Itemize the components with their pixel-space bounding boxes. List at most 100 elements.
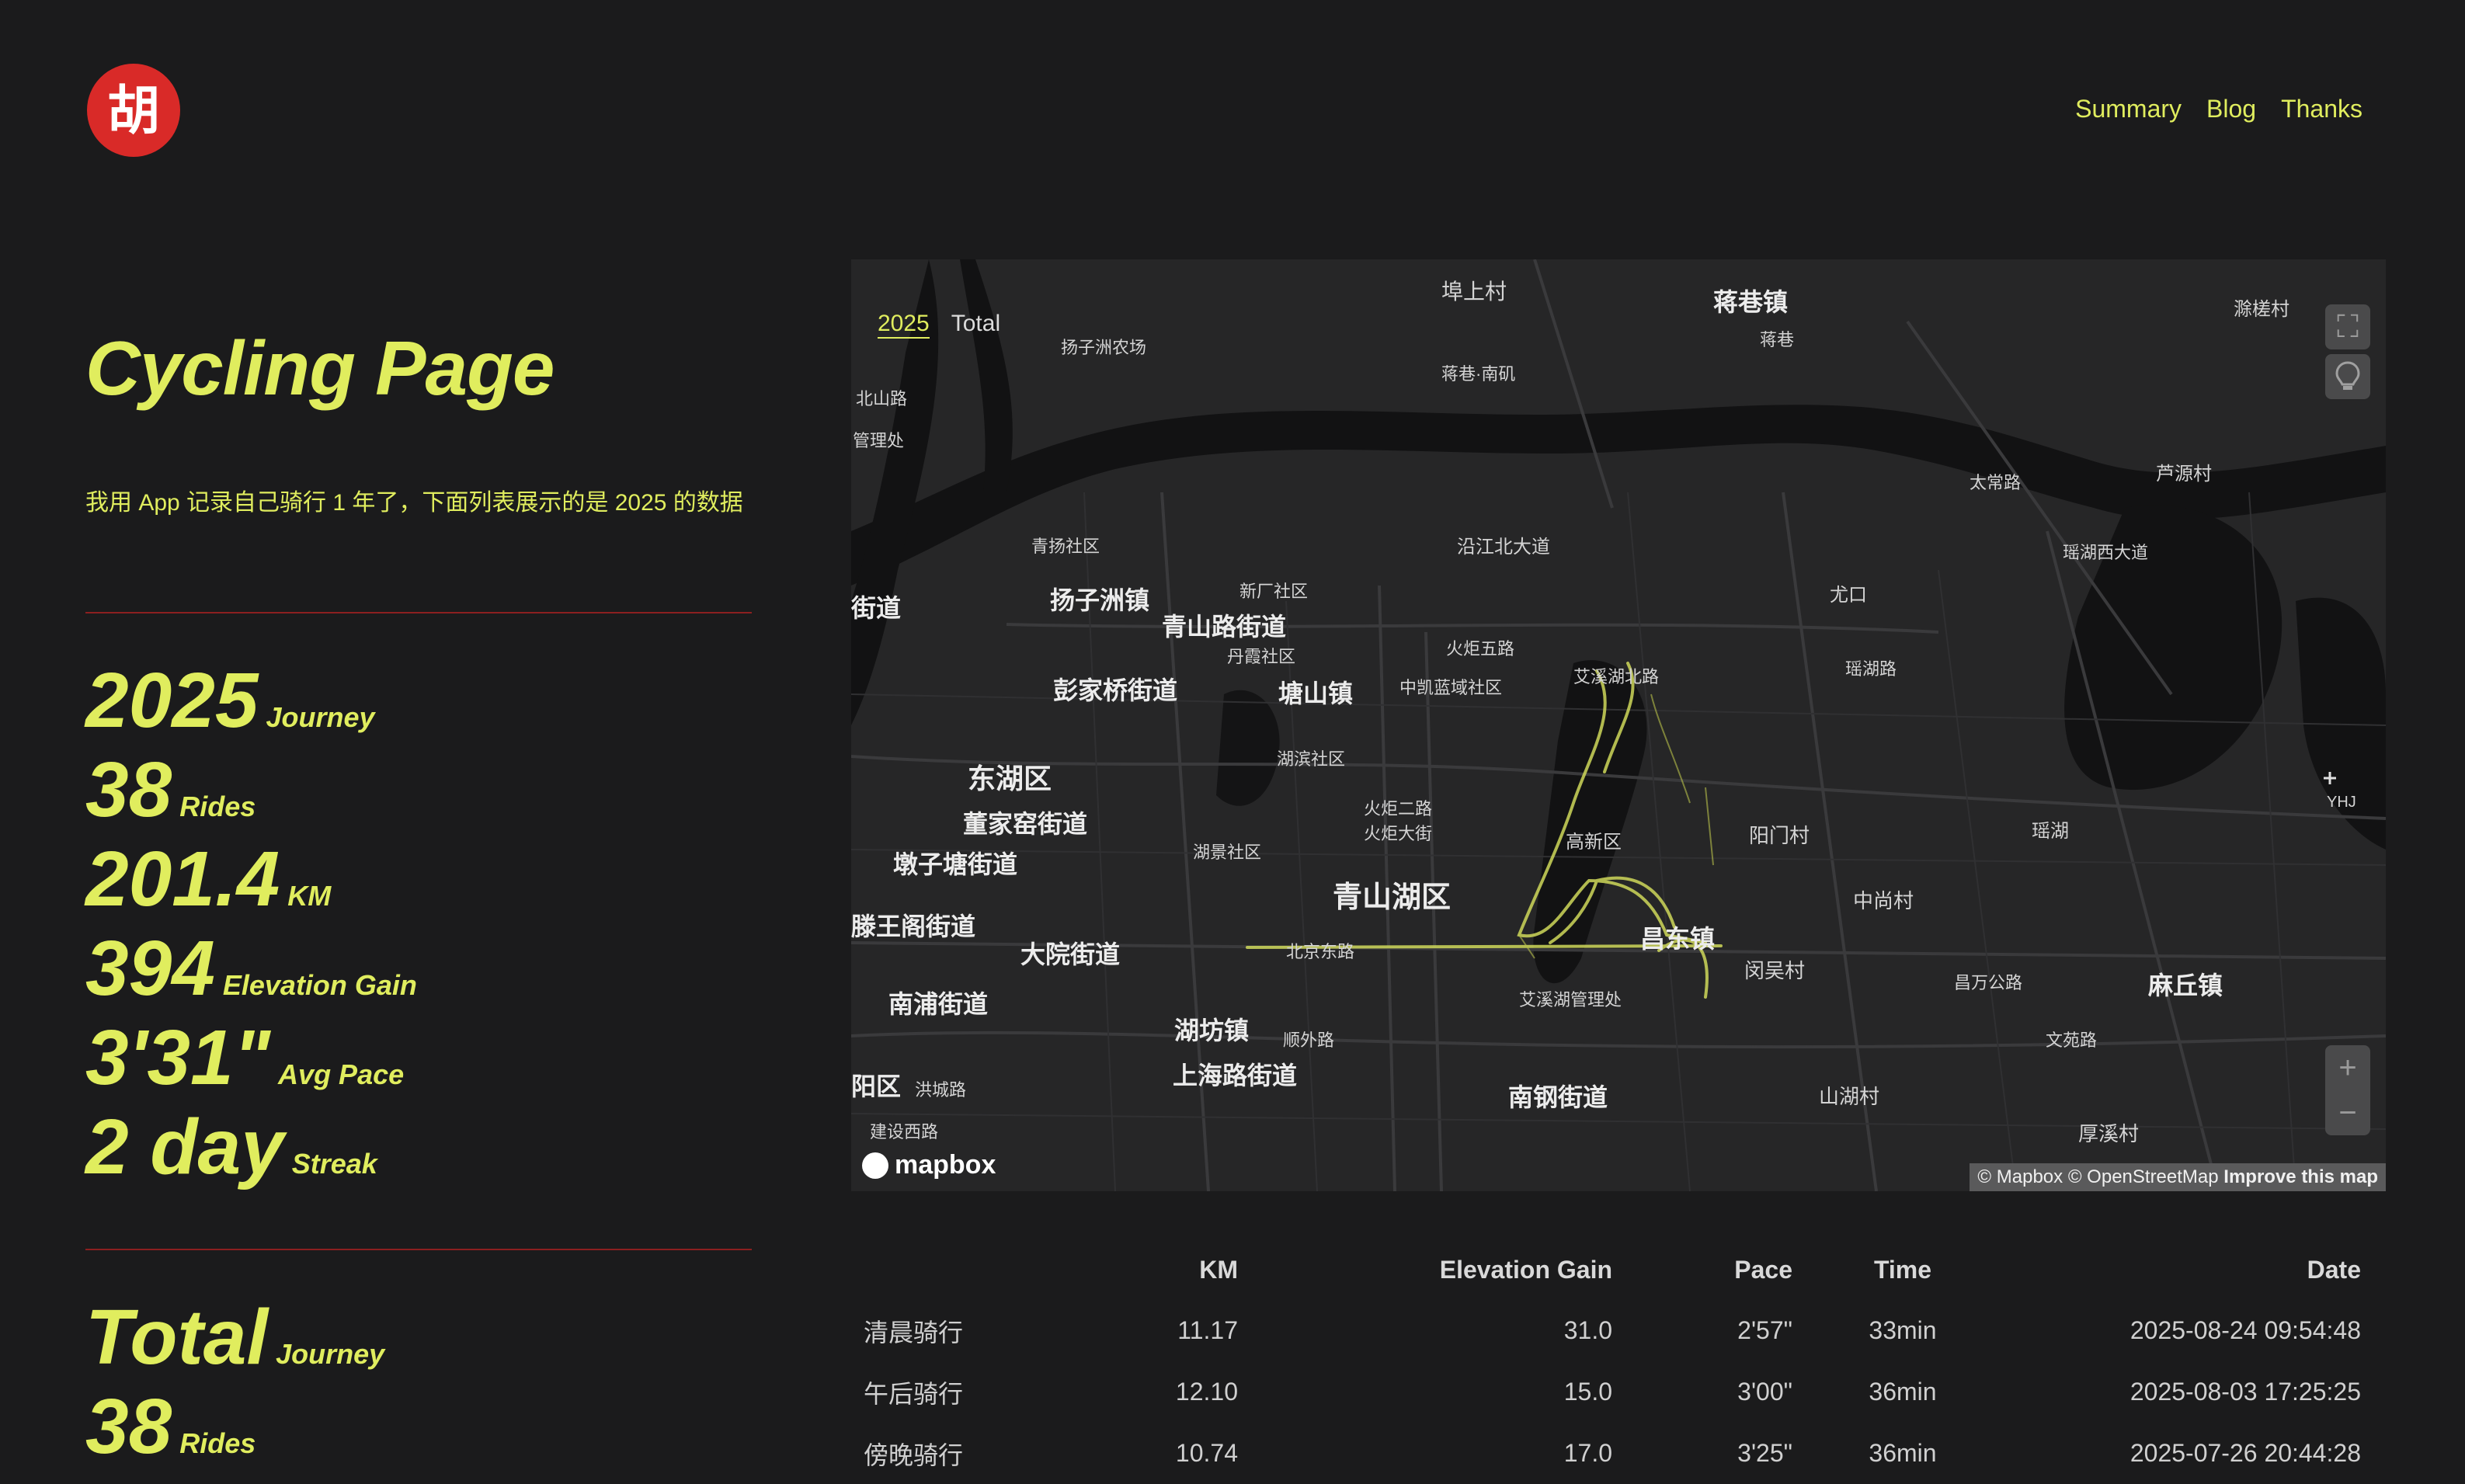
lightbulb-button[interactable] — [2325, 354, 2370, 399]
stat-km: 201.4 KM — [85, 836, 332, 923]
minus-icon: − — [2338, 1095, 2357, 1130]
map-label: 南钢街道 — [1508, 1083, 1608, 1111]
map-label: 湖景社区 — [1193, 843, 1262, 862]
nav-thanks[interactable]: Thanks — [2281, 95, 2362, 123]
map-label: 扬子洲农场 — [1061, 338, 1147, 357]
map-label: 上海路街道 — [1173, 1062, 1298, 1090]
stat-elevation: 394 Elevation Gain — [85, 925, 417, 1012]
total-rides: 38 Rides — [85, 1383, 256, 1470]
total-journey: Total Journey — [85, 1294, 385, 1381]
map-label: 青山路街道 — [1162, 613, 1287, 641]
nav-blog[interactable]: Blog — [2206, 95, 2256, 123]
ride-name: 清晨骑行 — [864, 1318, 964, 1347]
map-label: 滁槎村 — [2234, 299, 2289, 320]
zoom-out-button[interactable]: − — [2325, 1090, 2370, 1135]
map-label: 董家窑街道 — [963, 810, 1088, 838]
map-label: 芦源村 — [2156, 464, 2212, 485]
map-year-tabs: 2025 Total — [878, 311, 1000, 339]
ride-name: 傍晚骑行 — [864, 1441, 964, 1469]
ride-time: 33min — [1869, 1316, 1937, 1344]
map-label: 东湖区 — [968, 763, 1052, 794]
page-title: Cycling Page — [85, 325, 555, 411]
map-label: 蒋巷镇 — [1713, 288, 1789, 316]
ride-date: 2025-08-24 09:54:48 — [2129, 1316, 2361, 1344]
attribution-text[interactable]: © Mapbox © OpenStreetMap — [1977, 1166, 2218, 1187]
map-label: 青扬社区 — [1031, 537, 1100, 556]
map-label: 瑶湖西大道 — [2063, 543, 2149, 562]
ride-pace: 3'00" — [1737, 1378, 1792, 1406]
map-label: 北山路 — [856, 389, 908, 408]
map-label: 大院街道 — [1020, 940, 1121, 968]
header-km[interactable]: KM — [1055, 1239, 1250, 1300]
map-label: 文苑路 — [2046, 1030, 2098, 1050]
stat-journey: 2025 Journey — [85, 657, 375, 744]
ride-date: 2025-07-26 20:44:28 — [2129, 1439, 2361, 1467]
ride-km: 11.17 — [1177, 1316, 1238, 1344]
top-nav: Summary Blog Thanks — [2075, 95, 2362, 123]
table-row[interactable]: 清晨骑行 11.17 31.0 2'57" 33min 2025-08-24 0… — [851, 1300, 2373, 1361]
ride-time: 36min — [1869, 1378, 1937, 1406]
map-label: 建设西路 — [870, 1122, 939, 1142]
map-label: 火炬大街 — [1364, 824, 1433, 843]
zoom-in-button[interactable]: + — [2325, 1045, 2370, 1090]
map-label: 厚溪村 — [2078, 1122, 2140, 1145]
table-header: KM Elevation Gain Pace Time Date — [851, 1239, 2373, 1300]
total-stats[interactable]: Total Journey 38 Rides — [85, 1298, 384, 1477]
plus-icon: + — [2338, 1050, 2357, 1085]
ride-pace: 3'25" — [1737, 1439, 1792, 1467]
map-label: 滕王阁街道 — [851, 912, 976, 940]
route-map[interactable]: 埠上村 蒋巷镇 蒋巷 滁槎村 扬子洲农场 蒋巷·南矶 北山路 管理处 芦源村 太常路 青扬社区 沿江北… — [851, 259, 2386, 1191]
map-label: YHJ — [2327, 794, 2356, 811]
map-label: 沿江北大道 — [1457, 537, 1550, 558]
ride-km: 12.10 — [1175, 1378, 1238, 1406]
stat-avg-pace: 3'31" Avg Pace — [85, 1014, 405, 1101]
mapbox-logo-icon — [862, 1152, 888, 1179]
map-label: 湖滨社区 — [1277, 749, 1346, 769]
table-row[interactable]: 午后骑行 12.10 15.0 3'00" 36min 2025-08-03 1… — [851, 1361, 2373, 1423]
map-label: 扬子洲镇 — [1050, 586, 1150, 614]
fullscreen-button[interactable]: ⛶ — [2325, 304, 2370, 349]
ride-elevation: 31.0 — [1563, 1316, 1612, 1344]
header-time[interactable]: Time — [1805, 1239, 2001, 1300]
map-label: 墩子塘街道 — [893, 850, 1018, 878]
stat-rides: 38 Rides — [85, 746, 256, 833]
map-label: 艾溪湖管理处 — [1519, 990, 1622, 1010]
header-date[interactable]: Date — [2001, 1239, 2373, 1300]
ride-name: 午后骑行 — [864, 1379, 964, 1408]
map-label: 管理处 — [853, 431, 905, 450]
map-label: 艾溪湖北路 — [1573, 667, 1660, 686]
tab-year[interactable]: 2025 — [878, 311, 930, 339]
map-label: 北京东路 — [1286, 942, 1355, 961]
year-stats[interactable]: 2025 Journey 38 Rides 201.4 KM 394 Elevation… — [85, 662, 417, 1197]
map-label: 阳区 — [851, 1072, 902, 1100]
divider-top — [85, 612, 752, 613]
map-label: 顺外路 — [1283, 1030, 1335, 1050]
improve-map-link[interactable]: Improve this map — [2223, 1166, 2378, 1187]
stat-streak: 2 day Streak — [85, 1103, 377, 1190]
table-row[interactable]: 傍晚骑行 10.74 17.0 3'25" 36min 2025-07-26 2… — [851, 1423, 2373, 1484]
mapbox-logo[interactable]: mapbox — [862, 1150, 996, 1180]
map-label: 埠上村 — [1441, 280, 1507, 304]
ride-km: 10.74 — [1175, 1439, 1238, 1467]
map-label: 瑶湖路 — [1845, 659, 1897, 679]
ride-elevation: 15.0 — [1563, 1378, 1612, 1406]
header-elevation[interactable]: Elevation Gain — [1250, 1239, 1625, 1300]
logo-glyph: 胡 — [107, 80, 160, 142]
nav-summary[interactable]: Summary — [2075, 95, 2182, 123]
site-logo[interactable]: 胡 — [84, 62, 183, 158]
divider-bottom — [85, 1249, 752, 1250]
map-label: 高新区 — [1566, 832, 1622, 853]
map-label: 蒋巷·南矶 — [1441, 364, 1516, 384]
ride-date: 2025-08-03 17:25:25 — [2129, 1378, 2361, 1406]
map-label: 洪城路 — [915, 1080, 967, 1100]
tab-total[interactable]: Total — [951, 311, 1000, 339]
map-label: 蒋巷 — [1760, 330, 1795, 349]
ride-elevation: 17.0 — [1563, 1439, 1612, 1467]
map-label: 中凯蓝域社区 — [1399, 678, 1503, 697]
header-pace[interactable]: Pace — [1625, 1239, 1805, 1300]
map-label: 尤口 — [1830, 585, 1867, 606]
map-label: 山湖村 — [1819, 1085, 1880, 1108]
map-label: 火炬五路 — [1446, 639, 1515, 659]
map-label: 昌东镇 — [1640, 925, 1716, 953]
map-label: 昌万公路 — [1954, 973, 2023, 992]
